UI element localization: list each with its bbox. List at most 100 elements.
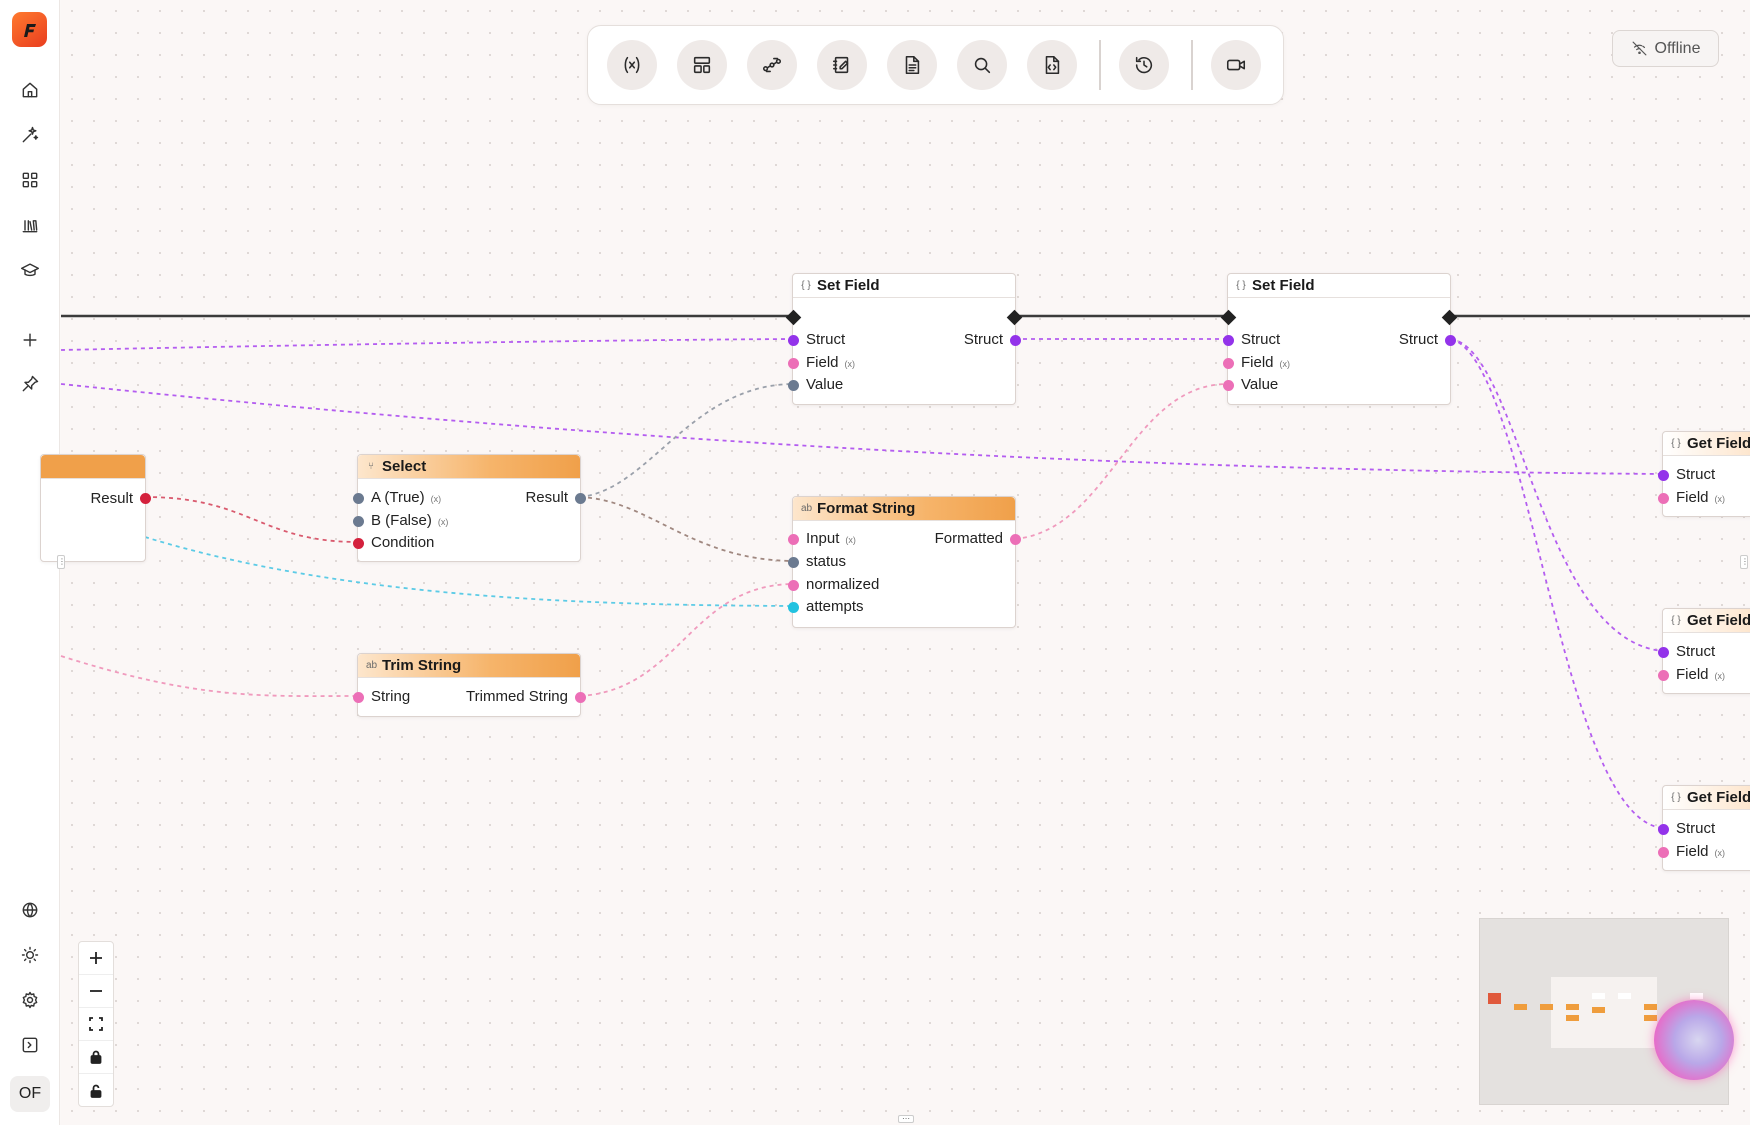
output-pin[interactable]	[575, 692, 586, 703]
select-node[interactable]: ⑂ Select A (True) (x) Result B (False) (x)…	[353, 454, 586, 562]
sidebar: OF	[0, 0, 60, 1125]
assistant-orb-button[interactable]	[1654, 1000, 1734, 1080]
output-pin[interactable]	[1445, 335, 1456, 346]
input-pin[interactable]	[1223, 335, 1234, 346]
document-button[interactable]	[887, 40, 937, 90]
input-pin[interactable]	[353, 493, 364, 504]
sun-icon[interactable]	[16, 941, 44, 969]
get-field-node[interactable]: { } Get Field Struct Field (x)	[1658, 785, 1750, 871]
port-label: Trimmed String	[466, 688, 568, 705]
input-pin[interactable]	[1658, 847, 1669, 858]
fit-view-button[interactable]	[79, 1008, 113, 1041]
wifi-off-icon	[1632, 41, 1646, 56]
minimap-node	[1514, 1004, 1527, 1010]
input-pin[interactable]	[788, 557, 799, 568]
input-pin[interactable]	[353, 538, 364, 549]
sparkle-icon[interactable]	[16, 121, 44, 149]
port-label: B (False) (x)	[371, 512, 449, 529]
get-field-node[interactable]: { } Get Field Struct Field (x)	[1658, 431, 1750, 517]
get-field-node[interactable]: { } Get Field Struct Field (x)	[1658, 608, 1750, 694]
user-avatar[interactable]: OF	[10, 1076, 50, 1112]
zoom-out-button[interactable]	[79, 975, 113, 1008]
input-pin[interactable]	[788, 335, 799, 346]
input-pin[interactable]	[1223, 380, 1234, 391]
branch-icon: ⑂	[368, 461, 374, 472]
port-label: A (True) (x)	[371, 489, 442, 506]
input-pin[interactable]	[353, 516, 364, 527]
resize-handle[interactable]: ⋮	[57, 555, 66, 569]
input-pin[interactable]	[788, 358, 799, 369]
minimap-node	[1592, 993, 1605, 999]
minimap-node	[1618, 993, 1631, 999]
offline-label: Offline	[1654, 39, 1701, 57]
port-label: Struct	[1676, 643, 1716, 660]
search-button[interactable]	[957, 40, 1007, 90]
layout-button[interactable]	[677, 40, 727, 90]
port-label: Input (x)	[806, 530, 856, 547]
node-header	[41, 455, 145, 479]
panel-toggle-icon[interactable]	[16, 1031, 44, 1059]
input-pin[interactable]	[788, 534, 799, 545]
minimap-node	[1566, 1015, 1579, 1021]
input-pin[interactable]	[1658, 824, 1669, 835]
resize-handle[interactable]: ⋮	[1740, 555, 1749, 569]
input-pin[interactable]	[788, 380, 799, 391]
library-icon[interactable]	[16, 211, 44, 239]
output-pin[interactable]	[1010, 335, 1021, 346]
input-pin[interactable]	[1658, 493, 1669, 504]
partial-node[interactable]: Result	[40, 454, 151, 562]
toolbar-divider	[1191, 40, 1193, 90]
workflow-icon	[762, 57, 782, 73]
set-field-node[interactable]: { } Set Field Struct Struct Field (x) Val…	[785, 273, 1023, 405]
variables-button[interactable]	[607, 40, 657, 90]
code-file-button[interactable]	[1027, 40, 1077, 90]
port-label: Struct	[1676, 466, 1716, 483]
app-logo[interactable]	[12, 12, 47, 47]
port-label: String	[371, 688, 411, 705]
input-pin[interactable]	[353, 692, 364, 703]
port-label: Formatted	[934, 530, 1003, 547]
node-title: Set Field	[1252, 277, 1315, 294]
video-button[interactable]	[1211, 40, 1261, 90]
format-string-node[interactable]: ab Format String Input (x) Formatted stat…	[788, 496, 1021, 628]
port-label: Condition	[371, 534, 435, 551]
output-pin[interactable]	[575, 493, 586, 504]
resize-handle[interactable]: ⋯	[898, 1115, 914, 1123]
input-pin[interactable]	[1658, 670, 1669, 681]
notes-button[interactable]	[817, 40, 867, 90]
unlock-button[interactable]	[79, 1074, 113, 1107]
settings-icon[interactable]	[16, 986, 44, 1014]
document-icon	[905, 55, 920, 75]
input-pin[interactable]	[788, 602, 799, 613]
home-icon[interactable]	[16, 76, 44, 104]
minimap-node	[1592, 1007, 1605, 1013]
history-button[interactable]	[1119, 40, 1169, 90]
zoom-controls	[78, 941, 114, 1107]
zoom-in-button[interactable]	[79, 942, 113, 975]
input-pin[interactable]	[1658, 647, 1669, 658]
code-file-icon	[1045, 55, 1060, 75]
graduation-icon[interactable]	[16, 256, 44, 284]
minimap-node	[1566, 1004, 1579, 1010]
plus-icon[interactable]	[16, 326, 44, 354]
output-pin[interactable]	[1010, 534, 1021, 545]
input-pin[interactable]	[1223, 358, 1234, 369]
port-label: Result	[525, 489, 568, 506]
zoom-out-icon	[90, 990, 102, 992]
globe-icon[interactable]	[16, 896, 44, 924]
node-header: { } Get Field	[1663, 786, 1750, 810]
grid-icon[interactable]	[16, 166, 44, 194]
trim-string-node[interactable]: ab Trim String String Trimmed String	[353, 653, 586, 717]
node-header: ab Format String	[793, 497, 1015, 521]
offline-status-button[interactable]: Offline	[1612, 30, 1719, 67]
port-label: Result	[90, 490, 133, 507]
set-field-node[interactable]: { } Set Field Struct Struct Field (x) Val…	[1220, 273, 1458, 405]
workflow-button[interactable]	[747, 40, 797, 90]
video-icon	[1226, 59, 1246, 71]
output-pin[interactable]	[140, 493, 151, 504]
input-pin[interactable]	[788, 580, 799, 591]
lock-button[interactable]	[79, 1041, 113, 1074]
node-header: { } Get Field	[1663, 609, 1750, 633]
pin-icon[interactable]	[16, 370, 44, 398]
input-pin[interactable]	[1658, 470, 1669, 481]
